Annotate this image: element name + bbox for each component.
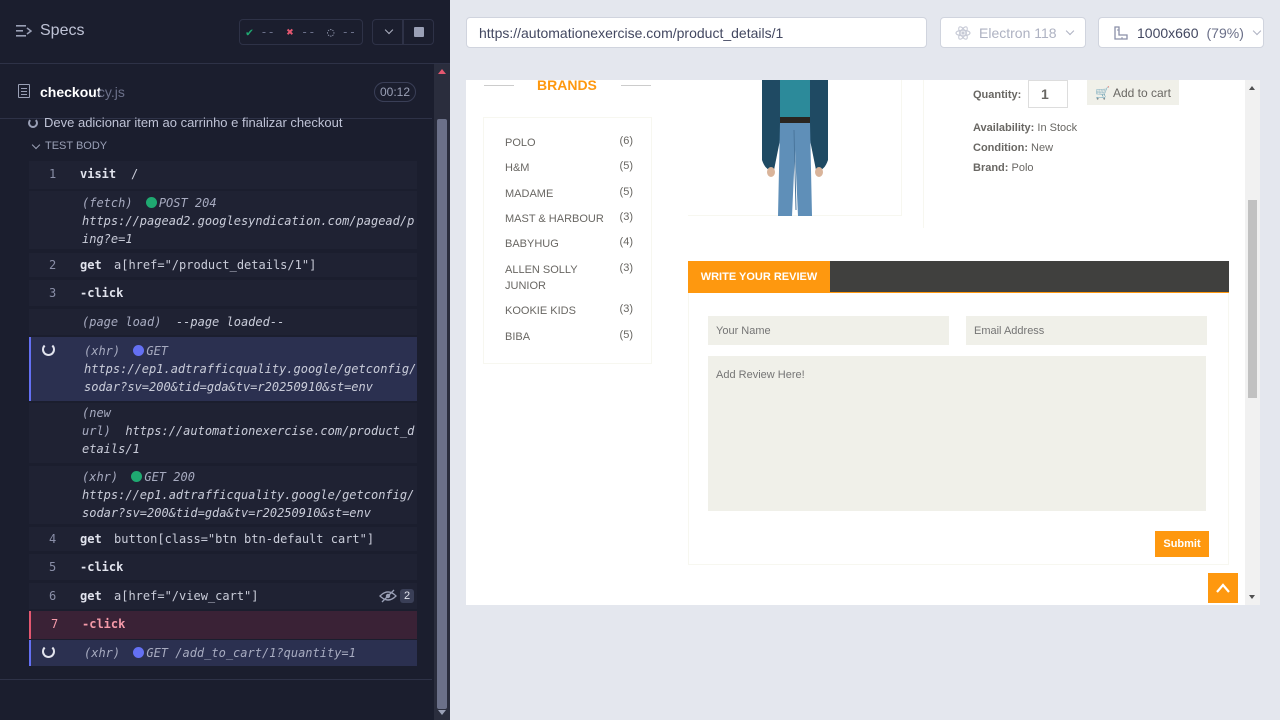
review-form: Submit (688, 293, 1229, 565)
command-row[interactable]: 4 get button[class="btn btn-default cart… (29, 527, 417, 551)
ruler-icon (1114, 25, 1128, 40)
pending-stat: ◌ -- (327, 25, 357, 39)
review-textarea[interactable] (708, 356, 1206, 511)
command-row-fetch[interactable]: (fetch) POST 204 https://pagead2.googles… (29, 191, 417, 249)
spec-file-ext: .cy.js (94, 84, 125, 100)
command-row-xhr[interactable]: (xhr) GET 200 https://ep1.adtrafficquali… (29, 466, 417, 524)
command-row[interactable]: 2 get a[href="/product_details/1"] (29, 253, 417, 277)
product-image-box (688, 80, 902, 216)
spec-file-name[interactable]: checkout (40, 84, 101, 100)
scroll-up-arrow-icon[interactable] (438, 69, 446, 74)
document-icon (18, 84, 30, 98)
run-duration: 00:12 (374, 82, 416, 102)
divider (621, 85, 651, 86)
hidden-elements-badge[interactable]: 2 (379, 589, 415, 603)
shopping-cart-icon: 🛒 (1095, 85, 1110, 100)
scrollbar-thumb[interactable] (437, 119, 447, 709)
passed-stat: ✔ -- (245, 25, 275, 39)
brand-item[interactable]: KOOKIE KIDS (3) (505, 303, 633, 319)
brands-panel: POLO (6) H&M (5) MADAME (5) MAST & HARBOUR(… (483, 117, 652, 364)
app-under-test-frame: BRANDS POLO (6) H&M (5) MADAME (5) MAST & H… (466, 80, 1260, 605)
loading-spinner-icon (42, 645, 55, 658)
loading-spinner-icon (42, 343, 55, 356)
url-bar[interactable]: https://automationexercise.com/product_d… (466, 17, 927, 48)
brand-item[interactable]: ALLEN SOLLY JUNIOR (3) (505, 262, 633, 294)
viewport-info-button[interactable]: 1000x660 (79%) (1098, 17, 1264, 48)
divider (484, 85, 514, 86)
command-row-page-load[interactable]: (page load) --page loaded-- (29, 309, 417, 335)
specs-button[interactable]: Specs (16, 22, 84, 40)
status-dot-pending (133, 345, 145, 356)
brand-item[interactable]: BIBA (5) (505, 329, 633, 345)
specs-label: Specs (40, 22, 85, 39)
condition-line: Condition: New (973, 142, 1054, 154)
brand-item[interactable]: BABYHUG (4) (505, 236, 633, 252)
test-body-toggle[interactable]: TEST BODY (31, 140, 107, 152)
quantity-label: Quantity: (973, 89, 1022, 101)
chevron-down-icon (1065, 26, 1074, 35)
quantity-input[interactable]: 1 (1028, 80, 1068, 108)
command-row-xhr-pending[interactable]: (xhr) GET https://ep1.adtrafficquality.g… (29, 337, 417, 401)
command-row-new-url[interactable]: (new url) https://automationexercise.com… (29, 403, 417, 463)
browser-selector[interactable]: Electron 118 (940, 17, 1086, 48)
brand-item[interactable]: MAST & HARBOUR (3) (505, 211, 633, 227)
email-input[interactable] (966, 316, 1207, 345)
tab-write-review[interactable]: WRITE YOUR REVIEW (688, 261, 830, 293)
runner-header: Specs ✔ -- ✖ -- ◌ -- (0, 0, 450, 64)
scroll-down-arrow-icon[interactable] (438, 710, 446, 715)
submit-button[interactable]: Submit (1155, 531, 1209, 557)
scroll-down-arrow-icon[interactable] (1249, 595, 1255, 599)
stop-icon (413, 27, 424, 37)
running-icon (28, 117, 38, 128)
divider (0, 679, 432, 680)
status-dot-success (131, 471, 143, 482)
chevron-down-icon (384, 25, 393, 35)
x-icon: ✖ (286, 25, 294, 39)
brand-item[interactable]: MADAME (5) (505, 186, 633, 202)
chevron-up-icon (1216, 583, 1230, 593)
command-log-scrollbar[interactable] (434, 64, 450, 720)
availability-line: Availability: In Stock (973, 122, 1078, 134)
page-scrollbar[interactable] (1245, 80, 1260, 605)
command-row[interactable]: 1 visit / (29, 161, 417, 189)
chevron-down-icon (31, 140, 41, 149)
review-tab-bar: WRITE YOUR REVIEW (688, 261, 1229, 293)
scroll-up-arrow-icon[interactable] (1249, 86, 1255, 90)
brand-item[interactable]: H&M (5) (505, 160, 633, 176)
product-image (762, 80, 828, 216)
command-row-failed[interactable]: 7 -click (29, 611, 417, 639)
brands-heading: BRANDS (537, 80, 597, 93)
product-info: Quantity: 1 🛒 Add to cart Availability: … (923, 80, 1243, 228)
scroll-to-top-button[interactable] (1208, 573, 1238, 603)
command-log-panel: Specs ✔ -- ✖ -- ◌ -- checkout .cy.js 00:… (0, 0, 450, 720)
brand-line: Brand: Polo (973, 162, 1034, 174)
eye-slash-icon (379, 589, 397, 603)
status-dot-pending (133, 647, 145, 658)
name-input[interactable] (708, 316, 949, 345)
scrollbar-thumb[interactable] (1248, 200, 1257, 398)
status-dot-success (145, 197, 157, 208)
command-row[interactable]: 5 -click (29, 554, 417, 580)
check-icon: ✔ (245, 25, 254, 39)
command-row-xhr-pending[interactable]: (xhr) GET /add_to_cart/1?quantity=1 (29, 640, 417, 666)
electron-icon (955, 25, 971, 40)
command-row[interactable]: 6 get a[href="/view_cart"] 2 (29, 583, 417, 609)
command-log: Deve adicionar item ao carrinho e finali… (0, 113, 432, 679)
specs-list-icon (16, 25, 32, 37)
chevron-down-icon (1252, 26, 1262, 35)
add-to-cart-button[interactable]: 🛒 Add to cart (1087, 80, 1179, 105)
pending-circle-icon: ◌ (327, 25, 335, 39)
command-row[interactable]: 3 -click (29, 280, 417, 306)
brand-item[interactable]: POLO (6) (505, 135, 633, 151)
failed-stat: ✖ -- (286, 25, 316, 39)
expand-toggle-button[interactable] (372, 19, 403, 45)
test-stats: ✔ -- ✖ -- ◌ -- (239, 19, 363, 45)
spec-file-header: checkout .cy.js (0, 65, 432, 119)
test-title[interactable]: Deve adicionar item ao carrinho e finali… (28, 115, 342, 130)
stop-button[interactable] (403, 19, 434, 45)
